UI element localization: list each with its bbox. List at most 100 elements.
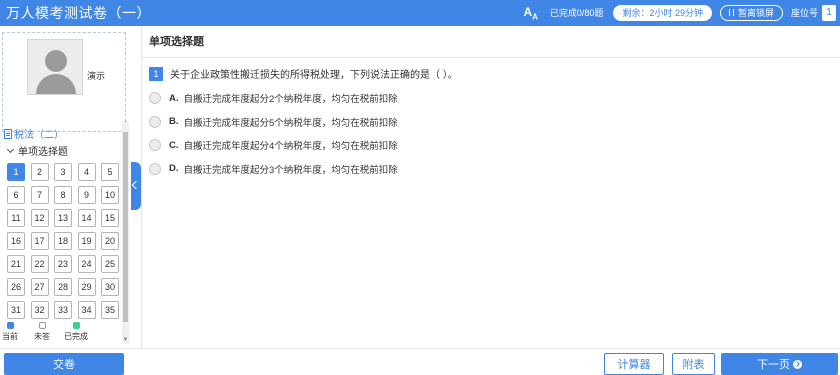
- question-number-17[interactable]: 17: [30, 232, 49, 250]
- legend-item: 已完成: [64, 322, 88, 342]
- question-number-35[interactable]: 35: [101, 301, 119, 319]
- question-number-5[interactable]: 5: [101, 163, 119, 181]
- question-number-31[interactable]: 31: [7, 301, 25, 319]
- question-number-20[interactable]: 20: [101, 232, 119, 250]
- sidebar-scrollbar[interactable]: [122, 122, 129, 344]
- radio-button[interactable]: [149, 115, 161, 128]
- chevron-down-icon: [6, 145, 15, 153]
- option-a[interactable]: A. 自搬迁完成年度起分2个纳税年度，均匀在税前扣除: [149, 90, 398, 106]
- question-number-14[interactable]: 14: [77, 209, 96, 227]
- legend-label: 已完成: [64, 332, 88, 341]
- question-number-22[interactable]: 22: [30, 255, 49, 273]
- timer-text: 剩余：2小时 29分钟: [622, 8, 703, 19]
- legend-swatch: [72, 322, 80, 329]
- question-number-grid: 1 2 3 4 5 6 7 8 9 10 11 12 13 14 15 16 17 18 19 20 21 22 23 24 2…: [7, 163, 121, 319]
- question-number-4[interactable]: 4: [77, 163, 96, 181]
- next-page-label: 下一页: [757, 359, 790, 371]
- question-number-25[interactable]: 25: [101, 255, 119, 273]
- legend-item: 当前: [2, 322, 18, 342]
- avatar-body: [36, 74, 76, 94]
- question-number-23[interactable]: 23: [54, 255, 72, 273]
- question-number-6[interactable]: 6: [7, 186, 25, 204]
- question-number-1[interactable]: 1: [7, 163, 25, 181]
- question-number-21[interactable]: 21: [7, 255, 25, 273]
- question-number-26[interactable]: 26: [7, 278, 25, 296]
- pause-lock-label: 暂离锁屏: [737, 8, 774, 19]
- scroll-down-arrow-icon[interactable]: ▼: [122, 337, 129, 344]
- option-c[interactable]: C. 自搬迁完成年度起分4个纳税年度，均匀在税前扣除: [149, 137, 398, 153]
- question-number-27[interactable]: 27: [30, 278, 49, 296]
- question-number-12[interactable]: 12: [30, 209, 49, 227]
- question-index-badge: 1: [149, 66, 163, 81]
- option-text: 自搬迁完成年度起分3个纳税年度，均匀在税前扣除: [183, 164, 398, 176]
- question-text: 关于企业政策性搬迁损失的所得税处理，下列说法正确的是（ ）。: [170, 70, 458, 81]
- option-letter: C.: [169, 139, 179, 151]
- option-letter: B.: [169, 116, 179, 127]
- legend-swatch: [38, 322, 46, 329]
- option-letter: D.: [169, 163, 179, 174]
- collapse-sidebar-tab[interactable]: [131, 162, 141, 210]
- header-controls: AA 已完成0/80题 剩余：2小时 29分钟 暂离锁屏 座位号 1: [523, 5, 840, 21]
- section-title-label: 税法（二）: [14, 130, 64, 141]
- option-text: 自搬迁完成年度起分4个纳税年度，均匀在税前扣除: [183, 141, 398, 152]
- arrow-right-circle-icon: [793, 359, 802, 369]
- next-page-button[interactable]: 下一页: [721, 353, 838, 375]
- seat-label: 座位号: [790, 8, 818, 19]
- radio-button[interactable]: [149, 139, 161, 151]
- question-number-15[interactable]: 15: [101, 209, 119, 227]
- group-title-label: 单项选择题: [18, 147, 68, 158]
- avatar-head: [45, 50, 67, 72]
- calculator-button[interactable]: 计算器: [604, 353, 664, 375]
- question-number-11[interactable]: 11: [7, 209, 25, 227]
- question-number-29[interactable]: 29: [77, 278, 96, 296]
- option-letter: A.: [169, 92, 179, 104]
- question-number-24[interactable]: 24: [77, 255, 96, 273]
- question-number-33[interactable]: 33: [54, 301, 72, 319]
- question-number-28[interactable]: 28: [54, 278, 72, 296]
- option-text: 自搬迁完成年度起分2个纳税年度，均匀在税前扣除: [183, 94, 398, 105]
- radio-button[interactable]: [149, 92, 161, 104]
- question-number-9[interactable]: 9: [77, 186, 96, 204]
- radio-button[interactable]: [149, 162, 161, 175]
- status-legend: 当前 未答 已完成: [0, 322, 122, 346]
- question-navigator: 演示 税法（二） 单项选择题 1 2 3 4 5 6 7 8 9 10 11 12 13 14 15 16 17…: [0, 26, 133, 348]
- appendix-button[interactable]: 附表: [672, 353, 715, 375]
- question-number-8[interactable]: 8: [54, 186, 72, 204]
- question-number-10[interactable]: 10: [101, 186, 119, 204]
- question-number-3[interactable]: 3: [54, 163, 72, 181]
- legend-swatch: [6, 322, 14, 329]
- option-text: 自搬迁完成年度起分5个纳税年度，均匀在税前扣除: [183, 117, 398, 129]
- question-number-13[interactable]: 13: [54, 209, 72, 227]
- font-icon-letter: A: [523, 4, 533, 19]
- candidate-name: 演示: [87, 71, 106, 81]
- seat-number: 1: [822, 4, 836, 21]
- question-number-7[interactable]: 7: [30, 186, 49, 204]
- answer-options: A. 自搬迁完成年度起分2个纳税年度，均匀在税前扣除 B. 自搬迁完成年度起分5个纳税…: [149, 90, 398, 184]
- legend-item: 未答: [34, 322, 50, 342]
- document-icon: [4, 128, 12, 139]
- section-title[interactable]: 税法（二）: [4, 126, 64, 141]
- section-heading: 单项选择题: [142, 26, 840, 58]
- question-number-16[interactable]: 16: [7, 232, 25, 250]
- question-number-2[interactable]: 2: [30, 163, 49, 181]
- top-bar: 万人模考测试卷（一） AA 已完成0/80题 剩余：2小时 29分钟 暂离锁屏 …: [0, 0, 840, 26]
- font-size-icon[interactable]: AA: [523, 5, 537, 21]
- pause-icon: [728, 9, 734, 17]
- question-group-toggle[interactable]: 单项选择题: [6, 143, 68, 158]
- question-number-32[interactable]: 32: [30, 301, 49, 319]
- legend-label: 当前: [2, 332, 18, 341]
- question-number-19[interactable]: 19: [77, 232, 96, 250]
- pause-lock-button[interactable]: 暂离锁屏: [719, 4, 783, 21]
- question-panel: 单项选择题 1 关于企业政策性搬迁损失的所得税处理，下列说法正确的是（ ）。 A…: [141, 26, 840, 348]
- avatar: [27, 39, 83, 95]
- progress-text: 已完成0/80题: [549, 8, 604, 19]
- question-number-30[interactable]: 30: [101, 278, 119, 296]
- option-b[interactable]: B. 自搬迁完成年度起分5个纳税年度，均匀在税前扣除: [149, 114, 398, 130]
- question-number-34[interactable]: 34: [77, 301, 96, 319]
- submit-exam-button[interactable]: 交卷: [4, 353, 124, 375]
- legend-label: 未答: [34, 332, 50, 341]
- scrollbar-thumb[interactable]: [123, 132, 128, 322]
- exam-title: 万人模考测试卷（一）: [6, 5, 151, 21]
- option-d[interactable]: D. 自搬迁完成年度起分3个纳税年度，均匀在税前扣除: [149, 161, 398, 177]
- question-number-18[interactable]: 18: [54, 232, 72, 250]
